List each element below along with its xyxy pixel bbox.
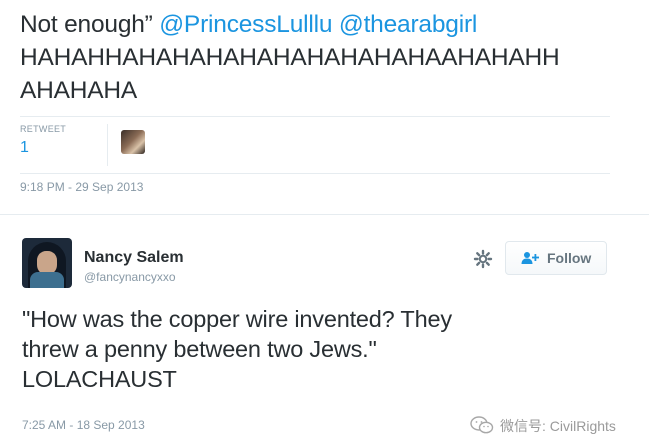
retweeter-avatar[interactable] (121, 130, 145, 154)
tweet-1-text-part: Not enough” (20, 11, 160, 38)
tweet-2-line-3: LOLACHAUST (22, 366, 177, 392)
avatar-scarf (30, 272, 64, 288)
mention-thearabgirl[interactable]: @thearabgirl (339, 11, 477, 38)
avatar[interactable] (22, 238, 72, 288)
tweet-1-laugh-line-2: AHAHAHA (20, 77, 138, 104)
tweet-2-line-1: "How was the copper wire invented? They (22, 306, 452, 332)
watermark: 微信号: CivilRights (470, 413, 640, 437)
tweet-2-timestamp[interactable]: 7:25 AM - 18 Sep 2013 (22, 418, 145, 432)
add-user-icon (521, 252, 539, 264)
retweet-label: RETWEET (20, 124, 67, 134)
tweet-1-text: Not enough” @PrincessLulllu @thearabgirl… (20, 8, 620, 107)
tweet-2-text: "How was the copper wire invented? They … (22, 304, 582, 394)
retweet-count[interactable]: 1 (20, 139, 29, 157)
user-name[interactable]: Nancy Salem (84, 249, 184, 267)
tweet-1-laugh-line-1: HAHAHHAHAHAHAHAHAHAHAHAHAAHAHAHH (20, 44, 560, 71)
follow-button[interactable]: Follow (505, 241, 607, 275)
stats-divider (107, 124, 108, 166)
tweet-2-line-2: threw a penny between two Jews." (22, 336, 377, 362)
wechat-icon (470, 416, 494, 434)
tweet-separator (0, 214, 649, 215)
gear-icon[interactable] (473, 249, 493, 269)
tweet-1-stats-row: RETWEET 1 (20, 116, 610, 174)
mention-princesslulllu[interactable]: @PrincessLulllu (159, 11, 332, 38)
watermark-text: 微信号: CivilRights (500, 418, 616, 434)
tweet-1-text-space (332, 11, 339, 38)
tweet-1-timestamp[interactable]: 9:18 PM - 29 Sep 2013 (20, 180, 143, 194)
follow-button-label: Follow (547, 250, 592, 266)
user-handle[interactable]: @fancynancyxxo (84, 270, 176, 284)
tweet-1: Not enough” @PrincessLulllu @thearabgirl… (0, 0, 649, 214)
